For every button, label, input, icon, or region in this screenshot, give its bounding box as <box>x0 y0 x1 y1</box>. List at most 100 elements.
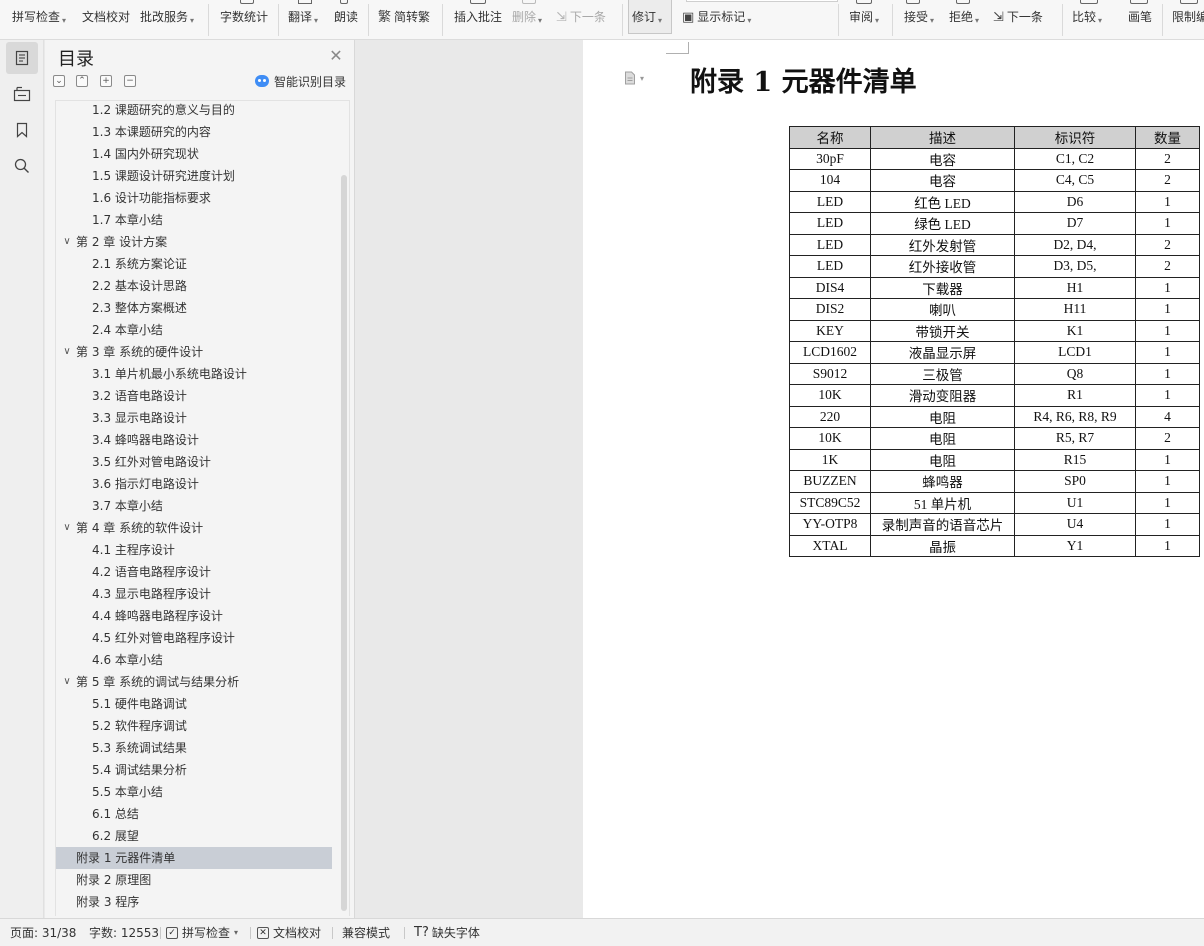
table-row: LCD1602 液晶显示屏 LCD1 1 <box>789 341 1200 364</box>
bookmark-panel-button[interactable] <box>6 114 38 146</box>
toc-item[interactable]: 4.3 显示电路程序设计 <box>56 583 332 605</box>
page-corner-mark <box>666 42 689 54</box>
toc-item[interactable]: 1.4 国内外研究现状 <box>56 143 332 165</box>
reject-button[interactable]: 拒绝 ▾ <box>949 0 979 39</box>
simp-trad-label: 简转繁 <box>394 10 431 24</box>
toc-item[interactable]: 3.6 指示灯电路设计 <box>56 473 332 495</box>
restrict-edit-button[interactable]: 限制编 <box>1172 0 1204 39</box>
toolbar-divider <box>208 4 209 36</box>
show-markup-label: 显示标记 <box>697 10 746 24</box>
toc-item[interactable]: 2.2 基本设计思路 <box>56 275 332 297</box>
toc-item[interactable]: 1.6 设计功能指标要求 <box>56 187 332 209</box>
toc-item[interactable]: 5.3 系统调试结果 <box>56 737 332 759</box>
table-header-cell: 名称 <box>789 126 871 149</box>
accept-button[interactable]: 接受 ▾ <box>904 0 934 39</box>
expand-up-icon[interactable]: ⌃ <box>76 75 88 87</box>
status-spell-check-button[interactable]: ✓ 拼写检查 ▾ <box>166 919 238 946</box>
toc-item[interactable]: 1.3 本课题研究的内容 <box>56 121 332 143</box>
close-icon[interactable]: ✕ <box>327 46 345 65</box>
toc-item[interactable]: 1.5 课题设计研究进度计划 <box>56 165 332 187</box>
toc-item[interactable]: 3.2 语音电路设计 <box>56 385 332 407</box>
reject-label: 拒绝 <box>949 10 974 24</box>
table-row: LED 红色 LED D6 1 <box>789 190 1200 213</box>
toc-item[interactable]: 5.4 调试结果分析 <box>56 759 332 781</box>
chevron-down-icon[interactable]: ∨ <box>61 671 73 693</box>
toc-item[interactable]: 附录 2 原理图 <box>56 869 332 891</box>
doc-proof-button[interactable]: 文档校对 <box>82 0 130 39</box>
table-row: 104 电容 C4, C5 2 <box>789 169 1200 192</box>
toc-item-label: 1.6 设计功能指标要求 <box>92 191 211 205</box>
collapse-all-icon[interactable]: ⌄ <box>53 75 65 87</box>
read-aloud-button[interactable]: 朗读 <box>334 0 358 39</box>
table-cell: 红外发射管 <box>870 233 1015 256</box>
toc-item[interactable]: 3.3 显示电路设计 <box>56 407 332 429</box>
word-count-button[interactable]: 字数统计 <box>220 0 268 39</box>
toc-item[interactable]: 3.1 单片机最小系统电路设计 <box>56 363 332 385</box>
smart-toc-button[interactable]: 智能识别目录 <box>255 73 346 89</box>
status-doc-proof-button[interactable]: ✕ 文档校对 <box>257 919 321 946</box>
parts-table: 名称 描述 标识符 数量 30pF 电容 C1, C2 2 104 电容 C4, C5 2 LE… <box>789 126 1200 557</box>
insert-comment-button[interactable]: 插入批注 <box>454 0 502 39</box>
compare-button[interactable]: 比较 ▾ <box>1072 0 1102 39</box>
toc-item[interactable]: 3.7 本章小结 <box>56 495 332 517</box>
paragraph-menu-button[interactable]: ▾ <box>623 71 644 85</box>
table-cell: C4, C5 <box>1014 169 1136 192</box>
revise-button[interactable]: 修订 ▾ <box>632 0 662 39</box>
spell-check-button[interactable]: 拼写检查 ▾ <box>12 0 66 39</box>
toc-item[interactable]: 4.2 语音电路程序设计 <box>56 561 332 583</box>
table-cell: R4, R6, R8, R9 <box>1014 405 1136 428</box>
toc-item-label: 1.3 本课题研究的内容 <box>92 125 211 139</box>
remove-level-icon[interactable]: − <box>124 75 136 87</box>
table-cell: LED <box>789 212 871 235</box>
toc-item[interactable]: 4.5 红外对管电路程序设计 <box>56 627 332 649</box>
toc-item[interactable]: 2.1 系统方案论证 <box>56 253 332 275</box>
translate-button[interactable]: 翻译 ▾ <box>288 0 318 39</box>
toc-item[interactable]: 3.5 红外对管电路设计 <box>56 451 332 473</box>
toc-item[interactable]: 2.4 本章小结 <box>56 319 332 341</box>
table-cell: S9012 <box>789 362 871 385</box>
toc-item[interactable]: 4.6 本章小结 <box>56 649 332 671</box>
simp-trad-button[interactable]: 繁简转繁 <box>378 0 431 39</box>
toc-item[interactable]: ∨ 第 3 章 系统的硬件设计 <box>56 341 332 363</box>
page-indicator[interactable]: 页面: 31/38 <box>10 919 76 946</box>
next-change-button[interactable]: ⇲ 下一条 <box>993 0 1043 39</box>
review-button[interactable]: 审阅 ▾ <box>849 0 879 39</box>
toc-item[interactable]: 附录 3 程序 <box>56 891 332 913</box>
toc-item-label: 5.5 本章小结 <box>92 785 163 799</box>
toc-item[interactable]: 5.5 本章小结 <box>56 781 332 803</box>
toc-item[interactable]: 附录 1 元器件清单 <box>56 847 332 869</box>
toc-item-label: 附录 3 程序 <box>76 895 140 909</box>
toc-item[interactable]: 1.2 课题研究的意义与目的 <box>56 101 332 121</box>
delete-comment-button[interactable]: 删除 ▾ <box>512 0 542 39</box>
batch-service-button[interactable]: 批改服务 ▾ <box>140 0 194 39</box>
toc-panel-button[interactable] <box>6 42 38 74</box>
toc-item[interactable]: ∨ 第 4 章 系统的软件设计 <box>56 517 332 539</box>
chevron-down-icon[interactable]: ∨ <box>61 231 73 253</box>
chevron-down-icon[interactable]: ∨ <box>61 341 73 363</box>
chevron-down-icon[interactable]: ∨ <box>61 517 73 539</box>
navigation-panel-button[interactable] <box>6 78 38 110</box>
toc-item[interactable]: 6.2 展望 <box>56 825 332 847</box>
toc-item[interactable]: 5.2 软件程序调试 <box>56 715 332 737</box>
show-markup-button[interactable]: ▣ 显示标记 ▾ <box>682 0 751 39</box>
add-level-icon[interactable]: + <box>100 75 112 87</box>
toc-item[interactable]: 4.4 蜂鸣器电路程序设计 <box>56 605 332 627</box>
toc-item[interactable]: 3.4 蜂鸣器电路设计 <box>56 429 332 451</box>
word-count-indicator[interactable]: 字数: 12553 <box>89 919 159 946</box>
next-comment-button[interactable]: ⇲ 下一条 <box>556 0 606 39</box>
pen-button[interactable]: 画笔 <box>1128 0 1152 39</box>
toc-item[interactable]: ∨ 第 5 章 系统的调试与结果分析 <box>56 671 332 693</box>
toc-item[interactable]: 6.1 总结 <box>56 803 332 825</box>
toc-item[interactable]: ∨ 第 2 章 设计方案 <box>56 231 332 253</box>
missing-fonts-button[interactable]: T? 缺失字体 <box>414 919 480 946</box>
toc-item[interactable]: 1.7 本章小结 <box>56 209 332 231</box>
toc-item[interactable]: 5.1 硬件电路调试 <box>56 693 332 715</box>
revise-label: 修订 <box>632 10 657 24</box>
document-heading: 附录 1 元器件清单 <box>690 67 917 98</box>
toc-scrollbar[interactable] <box>341 175 347 911</box>
toc-item[interactable]: 2.3 整体方案概述 <box>56 297 332 319</box>
toc-item-label: 5.4 调试结果分析 <box>92 763 187 777</box>
toc-item[interactable]: 4.1 主程序设计 <box>56 539 332 561</box>
search-panel-button[interactable] <box>6 150 38 182</box>
toc-item-label: 1.4 国内外研究现状 <box>92 147 199 161</box>
